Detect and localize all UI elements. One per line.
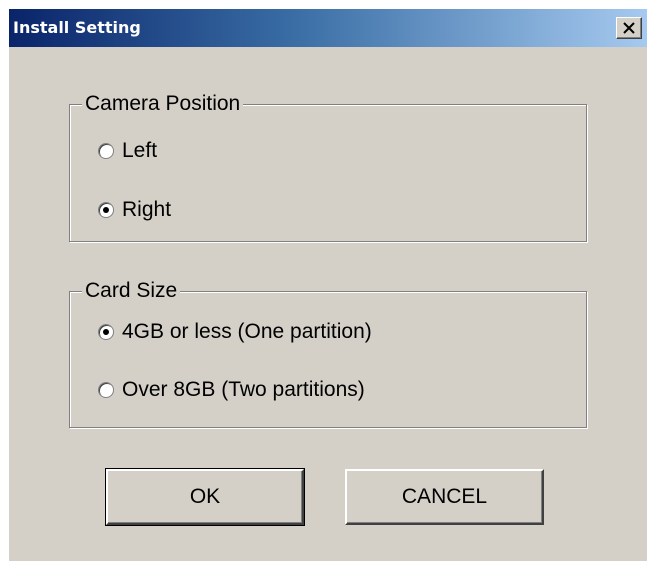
- install-setting-dialog: Install Setting Camera Position Left Rig…: [8, 8, 647, 561]
- card-size-4gb-option[interactable]: 4GB or less (One partition): [98, 320, 372, 344]
- cancel-button-label: CANCEL: [401, 485, 488, 508]
- card-size-legend: Card Size: [82, 279, 181, 303]
- ok-button-label: OK: [189, 485, 221, 508]
- radio-8gb[interactable]: [98, 382, 114, 398]
- camera-position-left-option[interactable]: Left: [98, 139, 157, 163]
- close-button[interactable]: [616, 17, 642, 39]
- radio-left-label: Left: [122, 139, 158, 162]
- card-size-8gb-option[interactable]: Over 8GB (Two partitions): [98, 378, 365, 402]
- camera-position-legend: Camera Position: [82, 92, 244, 116]
- close-icon: [623, 22, 635, 34]
- title-bar[interactable]: Install Setting: [9, 9, 647, 47]
- radio-right-label: Right: [122, 198, 172, 221]
- radio-right[interactable]: [98, 202, 114, 218]
- radio-4gb-label: 4GB or less (One partition): [122, 320, 372, 343]
- camera-position-group: Camera Position Left Right: [69, 92, 587, 242]
- radio-left[interactable]: [98, 143, 114, 159]
- card-size-group: Card Size 4GB or less (One partition) Ov…: [69, 279, 587, 428]
- window-title: Install Setting: [13, 18, 141, 37]
- radio-4gb[interactable]: [98, 324, 114, 340]
- cancel-button[interactable]: CANCEL: [345, 469, 544, 525]
- ok-button[interactable]: OK: [105, 468, 305, 526]
- camera-position-right-option[interactable]: Right: [98, 198, 171, 222]
- radio-8gb-label: Over 8GB (Two partitions): [122, 378, 365, 401]
